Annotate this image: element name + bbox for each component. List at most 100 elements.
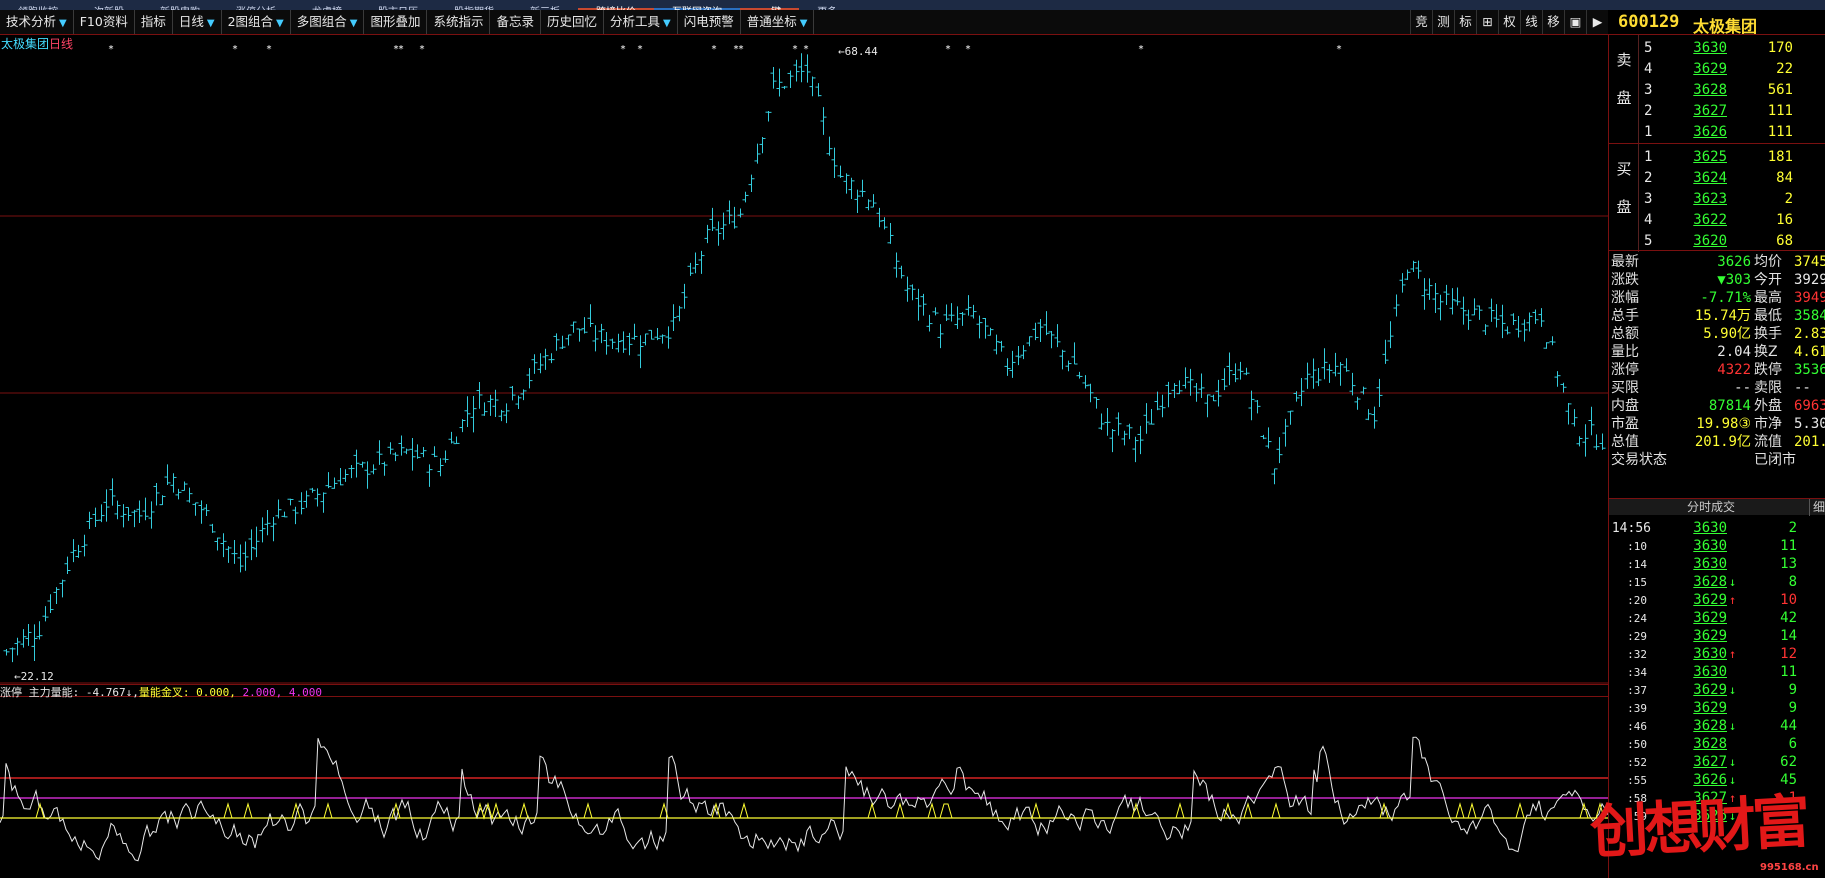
signal-marker: *: [419, 44, 425, 55]
stock-code: 600129: [1618, 12, 1680, 32]
buy-label-char-1: 买: [1616, 160, 1632, 178]
chevron-down-icon[interactable]: ▼: [800, 18, 808, 29]
chart-right-tools: 竞测标 ⊞ 权线移 ▣ ▶: [1410, 10, 1608, 34]
toolbar-button-6[interactable]: 图形叠加: [364, 10, 428, 34]
signal-marker: *: [945, 44, 951, 55]
buy-label-char-2: 盘: [1616, 198, 1632, 216]
toolbar-button-3[interactable]: 日线 ▼: [173, 10, 222, 34]
toolbar-button-label: 系统指示: [433, 14, 484, 29]
chevron-down-icon[interactable]: ▼: [276, 18, 284, 29]
buy-order-volume: 68: [1776, 233, 1793, 249]
sell-order-row[interactable]: 5 3630 170: [1639, 38, 1825, 59]
toolbar-button-11[interactable]: 闪电预警: [678, 10, 741, 34]
signal-marker: *: [792, 44, 798, 55]
buy-order-volume: 2: [1784, 191, 1793, 207]
kline-chart[interactable]: * * * ** * * * * ** * * * * * *←68.44←22.12: [0, 36, 1608, 684]
top-menu-bar: 领跑监控次新股新股申购涨停分析龙虎榜股市日历股指期货新三板跨境比价互联网咨询一 …: [0, 0, 1825, 10]
buy-order-price: 3620: [1693, 233, 1727, 249]
toolbar-button-0[interactable]: 技术分析 ▼: [0, 10, 74, 34]
chart-stock-name: 太极集团: [1, 37, 50, 51]
signal-marker: *: [398, 44, 404, 55]
sell-order-row[interactable]: 2 3627 111: [1639, 101, 1825, 122]
sell-side-label: 卖 盘: [1609, 35, 1639, 143]
buy-order-row[interactable]: 5 3620 68: [1639, 231, 1825, 252]
sell-order-price: 3626: [1693, 124, 1727, 140]
candles: [3, 53, 1606, 663]
sell-order-volume: 111: [1767, 103, 1793, 119]
sell-order-level: 2: [1644, 103, 1653, 119]
signal-marker: *: [711, 44, 717, 55]
trades-title: 分时成交: [1687, 500, 1736, 514]
stock-name: 太极集团: [1693, 17, 1758, 36]
buy-order-volume: 16: [1776, 212, 1793, 228]
signal-marker: *: [965, 44, 971, 55]
sell-order-row[interactable]: 3 3628 561: [1639, 80, 1825, 101]
buy-order-volume: 181: [1767, 149, 1793, 165]
buy-order-level: 4: [1644, 212, 1653, 228]
buy-order-level: 5: [1644, 233, 1653, 249]
toolbar-button-label: 图形叠加: [370, 14, 421, 29]
sell-order-volume: 22: [1776, 61, 1793, 77]
toolbar-button-label: 普通坐标: [746, 14, 797, 29]
signal-marker: *: [1336, 44, 1342, 55]
toolbar-tool-0[interactable]: 竞: [1410, 10, 1432, 34]
toolbar-button-9[interactable]: 历史回忆: [541, 10, 604, 34]
chevron-down-icon[interactable]: ▼: [207, 18, 215, 29]
buy-order-price: 3624: [1693, 170, 1727, 186]
quote-row: 交易状态 已闭市: [1609, 450, 1825, 471]
sell-order-level: 5: [1644, 40, 1653, 56]
sell-orderbook: 卖 盘 5 3630 170 4 3629 22 3 3628 561 2 3627 111 1 3626…: [1609, 35, 1825, 143]
toolbar-tool-3[interactable]: ⊞: [1476, 10, 1498, 34]
toolbar-tool-2[interactable]: 标: [1454, 10, 1476, 34]
buy-order-row[interactable]: 2 3624 84: [1639, 168, 1825, 189]
stock-header: 600129 太极集团: [1608, 10, 1825, 36]
toolbar-button-label: 分析工具: [610, 14, 661, 29]
toolbar-tool-1[interactable]: 测: [1432, 10, 1454, 34]
buy-order-row[interactable]: 3 3623 2: [1639, 189, 1825, 210]
sell-order-row[interactable]: 1 3626 111: [1639, 122, 1825, 143]
toolbar-button-12[interactable]: 普通坐标 ▼: [741, 10, 815, 34]
trades-header[interactable]: 分时成交 细: [1609, 498, 1825, 516]
toolbar-tool-7[interactable]: ▣: [1564, 10, 1586, 34]
toolbar-button-5[interactable]: 多图组合 ▼: [291, 10, 365, 34]
chevron-down-icon[interactable]: ▼: [350, 18, 358, 29]
sell-order-level: 1: [1644, 124, 1653, 140]
toolbar-button-2[interactable]: 指标: [135, 10, 173, 34]
toolbar-button-label: F10资料: [79, 14, 128, 29]
sell-order-price: 3629: [1693, 61, 1727, 77]
quote-label: 交易状态: [1611, 452, 1667, 468]
buy-order-level: 2: [1644, 170, 1653, 186]
toolbar-button-10[interactable]: 分析工具 ▼: [604, 10, 678, 34]
buy-side-label: 买 盘: [1609, 144, 1639, 252]
toolbar-button-label: 2图组合: [227, 14, 274, 29]
buy-orderbook: 买 盘 1 3625 181 2 3624 84 3 3623 2 4 3622 16 5 3620 68: [1609, 144, 1825, 252]
indicator-chart[interactable]: [0, 684, 1608, 878]
toolbar-tool-8[interactable]: ▶: [1586, 10, 1608, 34]
toolbar-tool-5[interactable]: 线: [1520, 10, 1542, 34]
chart-toolbar: 技术分析 ▼ F10资料 指标 日线 ▼ 2图组合 ▼ 多图组合 ▼ 图形叠加 系统指示 备忘录 历史回忆…: [0, 10, 1608, 35]
chart-period: 日线: [49, 37, 74, 51]
buy-order-price: 3625: [1693, 149, 1727, 165]
trades-detail-tab[interactable]: 细: [1809, 499, 1825, 516]
toolbar-button-label: 多图组合: [296, 14, 347, 29]
sell-order-price: 3628: [1693, 82, 1727, 98]
sell-order-level: 3: [1644, 82, 1653, 98]
toolbar-button-1[interactable]: F10资料: [74, 10, 135, 34]
toolbar-button-4[interactable]: 2图组合 ▼: [222, 10, 291, 34]
sell-order-price: 3627: [1693, 103, 1727, 119]
toolbar-tool-4[interactable]: 权: [1498, 10, 1520, 34]
indicator-value: 主力量能: -4.767↓,: [28, 686, 139, 699]
toolbar-button-7[interactable]: 系统指示: [427, 10, 491, 34]
sell-order-row[interactable]: 4 3629 22: [1639, 59, 1825, 80]
buy-order-row[interactable]: 4 3622 16: [1639, 210, 1825, 231]
toolbar-tool-6[interactable]: 移: [1542, 10, 1564, 34]
chevron-down-icon[interactable]: ▼: [59, 18, 67, 29]
sell-order-volume: 111: [1767, 124, 1793, 140]
buy-order-level: 3: [1644, 191, 1653, 207]
signal-marker: *: [637, 44, 643, 55]
chevron-down-icon[interactable]: ▼: [663, 18, 671, 29]
indicator-legend: 涨停 主力量能: -4.767↓,量能金叉: 0.000, 2.000, 4.0…: [0, 684, 322, 700]
toolbar-button-8[interactable]: 备忘录: [490, 10, 541, 34]
buy-order-row[interactable]: 1 3625 181: [1639, 147, 1825, 168]
watermark-url: 995168.cn: [1760, 862, 1819, 873]
